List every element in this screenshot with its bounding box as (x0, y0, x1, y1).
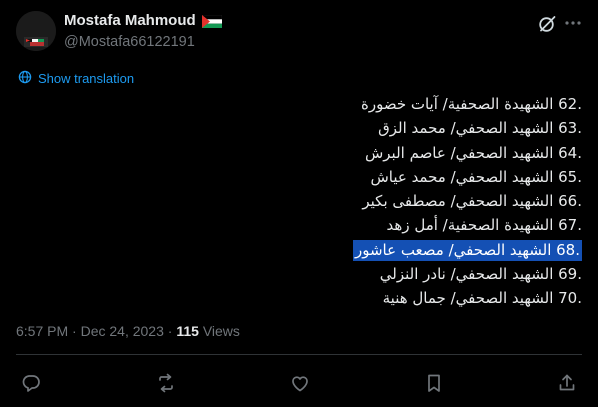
tweet-line: 70. الشهيد الصحفي/ جمال هنية (382, 289, 582, 308)
views-count: 115 (176, 323, 199, 339)
reply-icon (20, 375, 42, 398)
tweet-line: 63. الشهيد الصحفي/ محمد الزق (378, 119, 582, 138)
action-bar (0, 372, 598, 394)
tweet-text: 62. الشهيدة الصحفية/ آيات خضورة 63. الشه… (352, 92, 582, 311)
meta-separator: · (167, 323, 173, 339)
avatar[interactable] (16, 11, 56, 51)
share-icon (556, 374, 578, 398)
tweet-line: 67. الشهيدة الصحفية/ أمل زهد (386, 216, 582, 235)
views-label: Views (202, 323, 240, 339)
globe-icon (18, 70, 32, 87)
heart-icon (289, 376, 311, 398)
tweet-line-selected: 68. الشهيد الصحفي/ مصعب عاشور (352, 239, 582, 261)
more-button[interactable] (562, 12, 584, 34)
grok-icon (536, 16, 558, 39)
like-button[interactable] (289, 372, 311, 394)
repost-button[interactable] (155, 372, 177, 394)
more-icon (562, 21, 584, 38)
show-translation-label: Show translation (38, 70, 135, 86)
palestine-flag-icon (201, 14, 223, 28)
tweet-line: 62. الشهيدة الصحفية/ آيات خضورة (360, 95, 582, 113)
grok-button[interactable] (536, 13, 558, 35)
repost-icon (155, 373, 177, 398)
tweet-line: 65. الشهيد الصحفي/ محمد عياش (370, 167, 582, 186)
author-name[interactable]: Mostafa Mahmoud (64, 12, 196, 29)
tweet-meta: 6:57 PM · Dec 24, 2023 · 115 Views (16, 323, 240, 339)
divider (16, 354, 582, 355)
tweet-line: 69. الشهيد الصحفي/ نادر النزلي (379, 265, 582, 284)
share-button[interactable] (556, 372, 578, 394)
tweet-line: 64. الشهيد الصحفي/ عاصم البرش (364, 143, 582, 162)
show-translation-link[interactable]: Show translation (18, 70, 134, 86)
author-handle[interactable]: @Mostafa66122191 (64, 34, 195, 50)
bookmark-button[interactable] (423, 372, 445, 394)
tweet-time[interactable]: 6:57 PM (16, 323, 68, 339)
reply-button[interactable] (20, 372, 42, 394)
meta-separator: · (72, 323, 77, 339)
bookmark-icon (423, 374, 445, 398)
tweet-date[interactable]: Dec 24, 2023 (81, 323, 164, 339)
tweet-line: 66. الشهيد الصحفي/ مصطفى بكير (362, 192, 582, 211)
